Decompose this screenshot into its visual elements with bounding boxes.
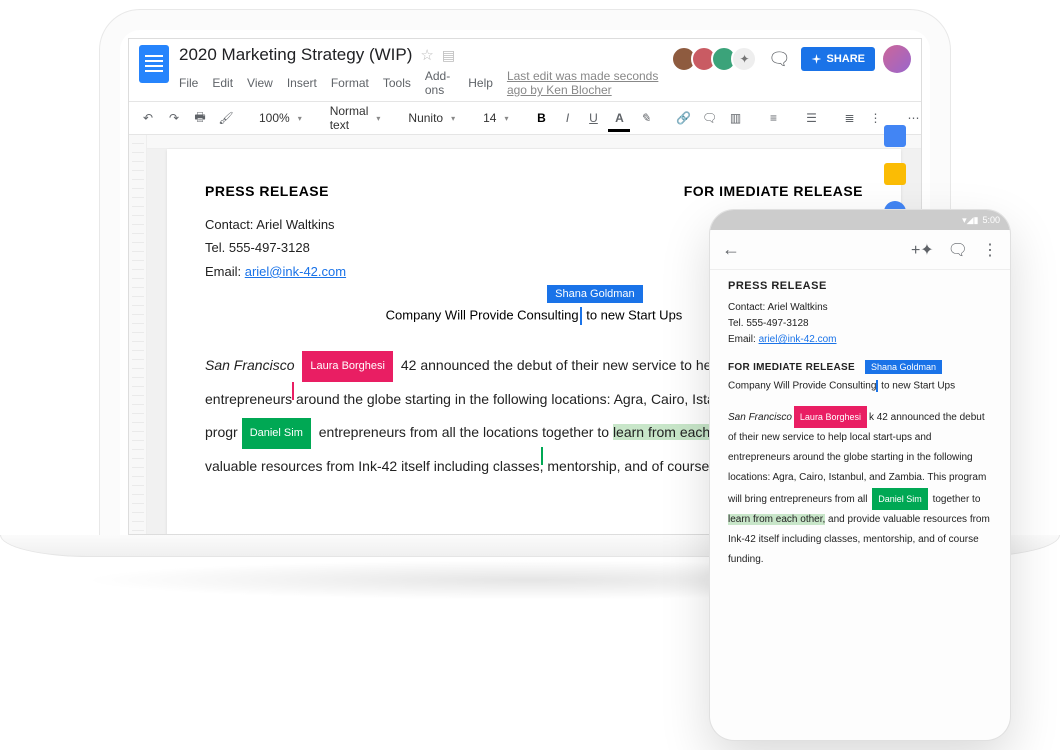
paint-format-icon[interactable]: 🖌 <box>215 106 237 130</box>
label-daniel: Daniel Sim <box>242 418 311 449</box>
numbered-list-icon[interactable]: ≣ <box>838 106 860 130</box>
style-select[interactable]: Normal text <box>324 104 387 132</box>
line-spacing-icon[interactable]: ☰ <box>800 106 822 130</box>
menu-help[interactable]: Help <box>468 76 493 90</box>
heading-press-release: PRESS RELEASE <box>205 183 329 199</box>
phone-heading: PRESS RELEASE <box>728 280 992 292</box>
docs-icon[interactable] <box>139 45 169 83</box>
italic-icon[interactable]: I <box>556 106 578 130</box>
menu-tools[interactable]: Tools <box>383 76 411 90</box>
fontsize-select[interactable]: 14 <box>477 111 514 125</box>
keep-icon[interactable] <box>884 163 906 185</box>
phone-cursor-shana <box>876 380 878 392</box>
phone-status-bar: ▾◢▮ 5:00 <box>710 210 1010 230</box>
menu-insert[interactable]: Insert <box>287 76 317 90</box>
highlight-icon[interactable]: ✎ <box>634 106 656 130</box>
calendar-icon[interactable] <box>884 125 906 147</box>
comment-icon[interactable]: 🗨 <box>948 240 968 260</box>
label-laura: Laura Borghesi <box>302 351 393 382</box>
phone-subtitle: Company Will Provide Consulting to new S… <box>728 380 992 392</box>
horizontal-ruler <box>147 135 921 149</box>
phone-document[interactable]: PRESS RELEASE Contact: Ariel Waltkins Te… <box>710 270 1010 580</box>
phone-label-daniel: Daniel Sim <box>872 488 928 510</box>
cursor-laura <box>292 382 294 400</box>
align-icon[interactable]: ≡ <box>762 106 784 130</box>
menu-view[interactable]: View <box>247 76 273 90</box>
font-select[interactable]: Nunito <box>402 111 461 125</box>
account-avatar[interactable] <box>883 45 911 73</box>
text-color-icon[interactable]: A <box>608 106 630 130</box>
email-link[interactable]: ariel@ink-42.com <box>245 264 346 279</box>
print-icon[interactable]: 🖶 <box>189 106 211 130</box>
phone-highlight: learn from each other, <box>728 514 825 525</box>
move-icon[interactable]: ▤ <box>442 47 455 64</box>
underline-icon[interactable]: U <box>582 106 604 130</box>
menu-addons[interactable]: Add-ons <box>425 69 454 97</box>
add-person-icon[interactable]: +✦ <box>911 240 934 260</box>
cursor-daniel <box>541 447 543 465</box>
menu-format[interactable]: Format <box>331 76 369 90</box>
vertical-ruler <box>129 135 147 535</box>
phone-email-link[interactable]: ariel@ink-42.com <box>759 334 837 345</box>
link-icon[interactable]: 🔗 <box>672 106 694 130</box>
overflow-icon[interactable]: ⋮ <box>982 240 998 260</box>
menu-bar: File Edit View Insert Format Tools Add-o… <box>179 69 677 97</box>
star-icon[interactable]: ☆ <box>420 46 433 64</box>
heading-for-release: FOR IMEDIATE RELEASE <box>684 183 863 199</box>
comments-icon[interactable]: 🗨 <box>765 45 793 73</box>
bold-icon[interactable]: B <box>530 106 552 130</box>
image-icon[interactable]: ▥ <box>724 106 746 130</box>
wifi-icon: ▾◢▮ <box>962 215 978 226</box>
redo-icon[interactable]: ↷ <box>163 106 185 130</box>
side-panel <box>879 125 911 223</box>
toolbar: ↶ ↷ 🖶 🖌 100% Normal text Nunito 14 B I U… <box>129 101 921 135</box>
menu-file[interactable]: File <box>179 76 198 90</box>
zoom-select[interactable]: 100% <box>253 111 308 125</box>
phone-frame: ▾◢▮ 5:00 ← +✦ 🗨 ⋮ PRESS RELEASE Contact:… <box>710 210 1010 740</box>
cursor-shana <box>580 307 582 325</box>
phone-time: 5:00 <box>982 215 1000 225</box>
phone-label-shana: Shana Goldman <box>865 360 942 374</box>
share-button[interactable]: SHARE <box>801 47 875 71</box>
phone-label-laura: Laura Borghesi <box>794 406 867 428</box>
phone-body: San FranciscoLaura Borghesik 42 announce… <box>728 406 992 570</box>
undo-icon[interactable]: ↶ <box>137 106 159 130</box>
avatar-anon[interactable]: ✦ <box>731 46 757 72</box>
phone-for-release: FOR IMEDIATE RELEASE <box>728 362 855 373</box>
phone-topbar: ← +✦ 🗨 ⋮ <box>710 230 1010 270</box>
collaborator-avatars[interactable]: ✦ <box>677 46 757 72</box>
doc-title[interactable]: 2020 Marketing Strategy (WIP) <box>179 45 412 65</box>
label-shana: Shana Goldman <box>547 285 643 303</box>
phone-contact: Contact: Ariel Waltkins Tel. 555-497-312… <box>728 300 992 348</box>
menu-edit[interactable]: Edit <box>212 76 233 90</box>
comment-icon[interactable]: 🗨 <box>698 106 720 130</box>
docs-header: 2020 Marketing Strategy (WIP) ☆ ▤ File E… <box>129 39 921 97</box>
last-edit[interactable]: Last edit was made seconds ago by Ken Bl… <box>507 69 678 97</box>
back-icon[interactable]: ← <box>722 239 740 260</box>
